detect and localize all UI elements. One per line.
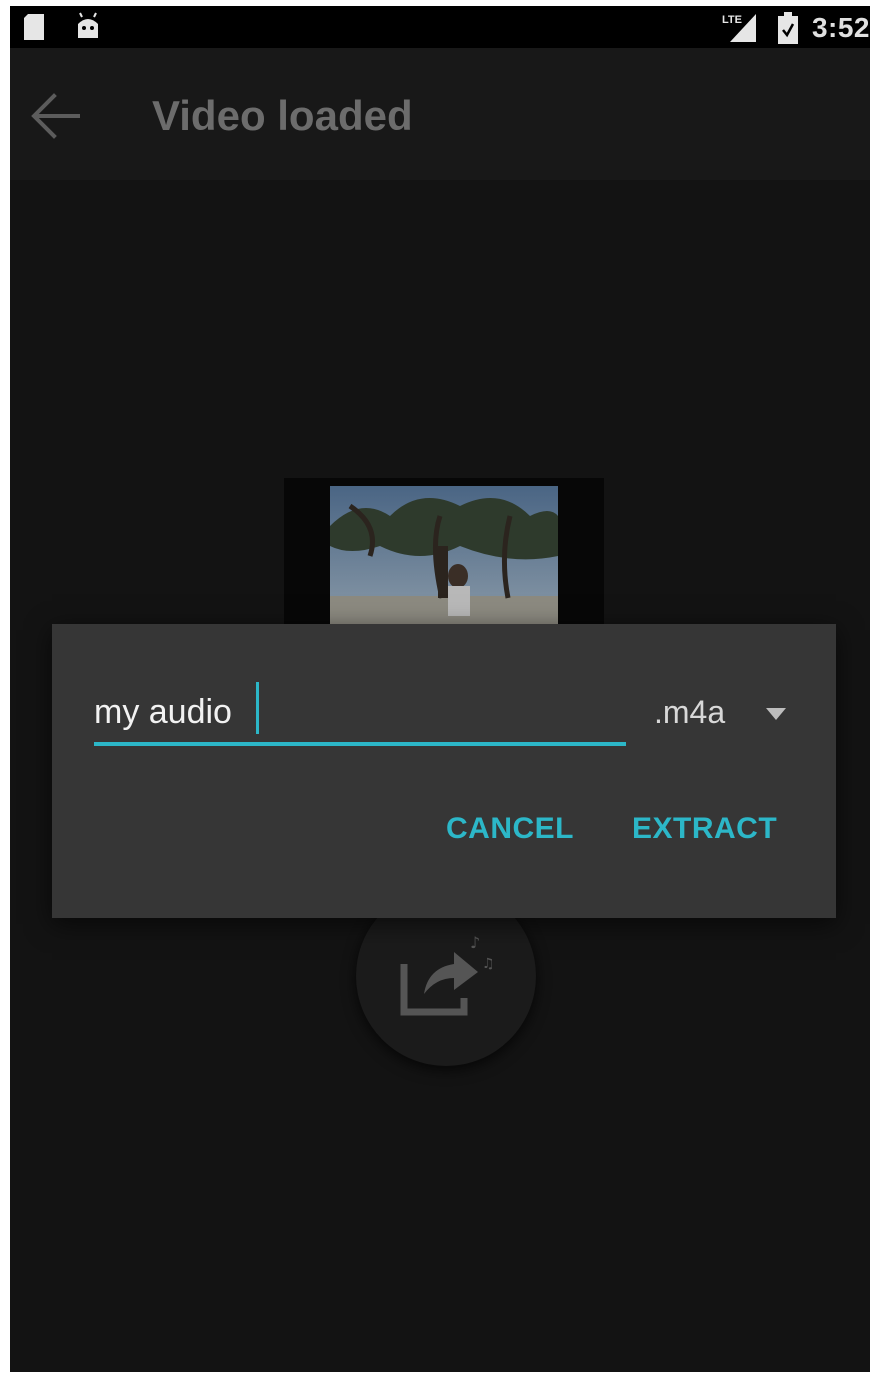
svg-text:♪: ♪ [470,933,480,952]
status-bar: LTE 3:52 [10,6,870,48]
video-thumbnail[interactable] [330,486,558,626]
app-bar: Video loaded [10,48,870,180]
svg-text:LTE: LTE [722,14,742,26]
filename-input[interactable] [94,682,626,746]
page-title: Video loaded [152,92,413,139]
android-icon [78,12,98,38]
dropdown-arrow-icon [766,708,786,720]
extract-button[interactable]: EXTRACT [632,812,777,846]
extract-dialog: .m4a CANCEL EXTRACT [52,624,836,918]
sd-card-icon [24,14,44,40]
status-clock: 3:52 [811,12,870,43]
extract-audio-icon: ♪ ♫ [400,933,495,1016]
extension-label: .m4a [654,694,726,730]
battery-icon [778,12,798,44]
cancel-button[interactable]: CANCEL [446,812,574,846]
svg-text:♫: ♫ [482,956,495,972]
phone-screen: LTE 3:52 Video loaded ♪ ♫ my audio .m4a … [10,6,870,1372]
arrow-back-icon[interactable] [28,88,84,144]
lte-signal-icon: LTE [722,14,756,42]
text-cursor [256,682,259,734]
video-thumbnail-image [330,486,558,626]
extension-dropdown[interactable]: .m4a [648,688,796,740]
